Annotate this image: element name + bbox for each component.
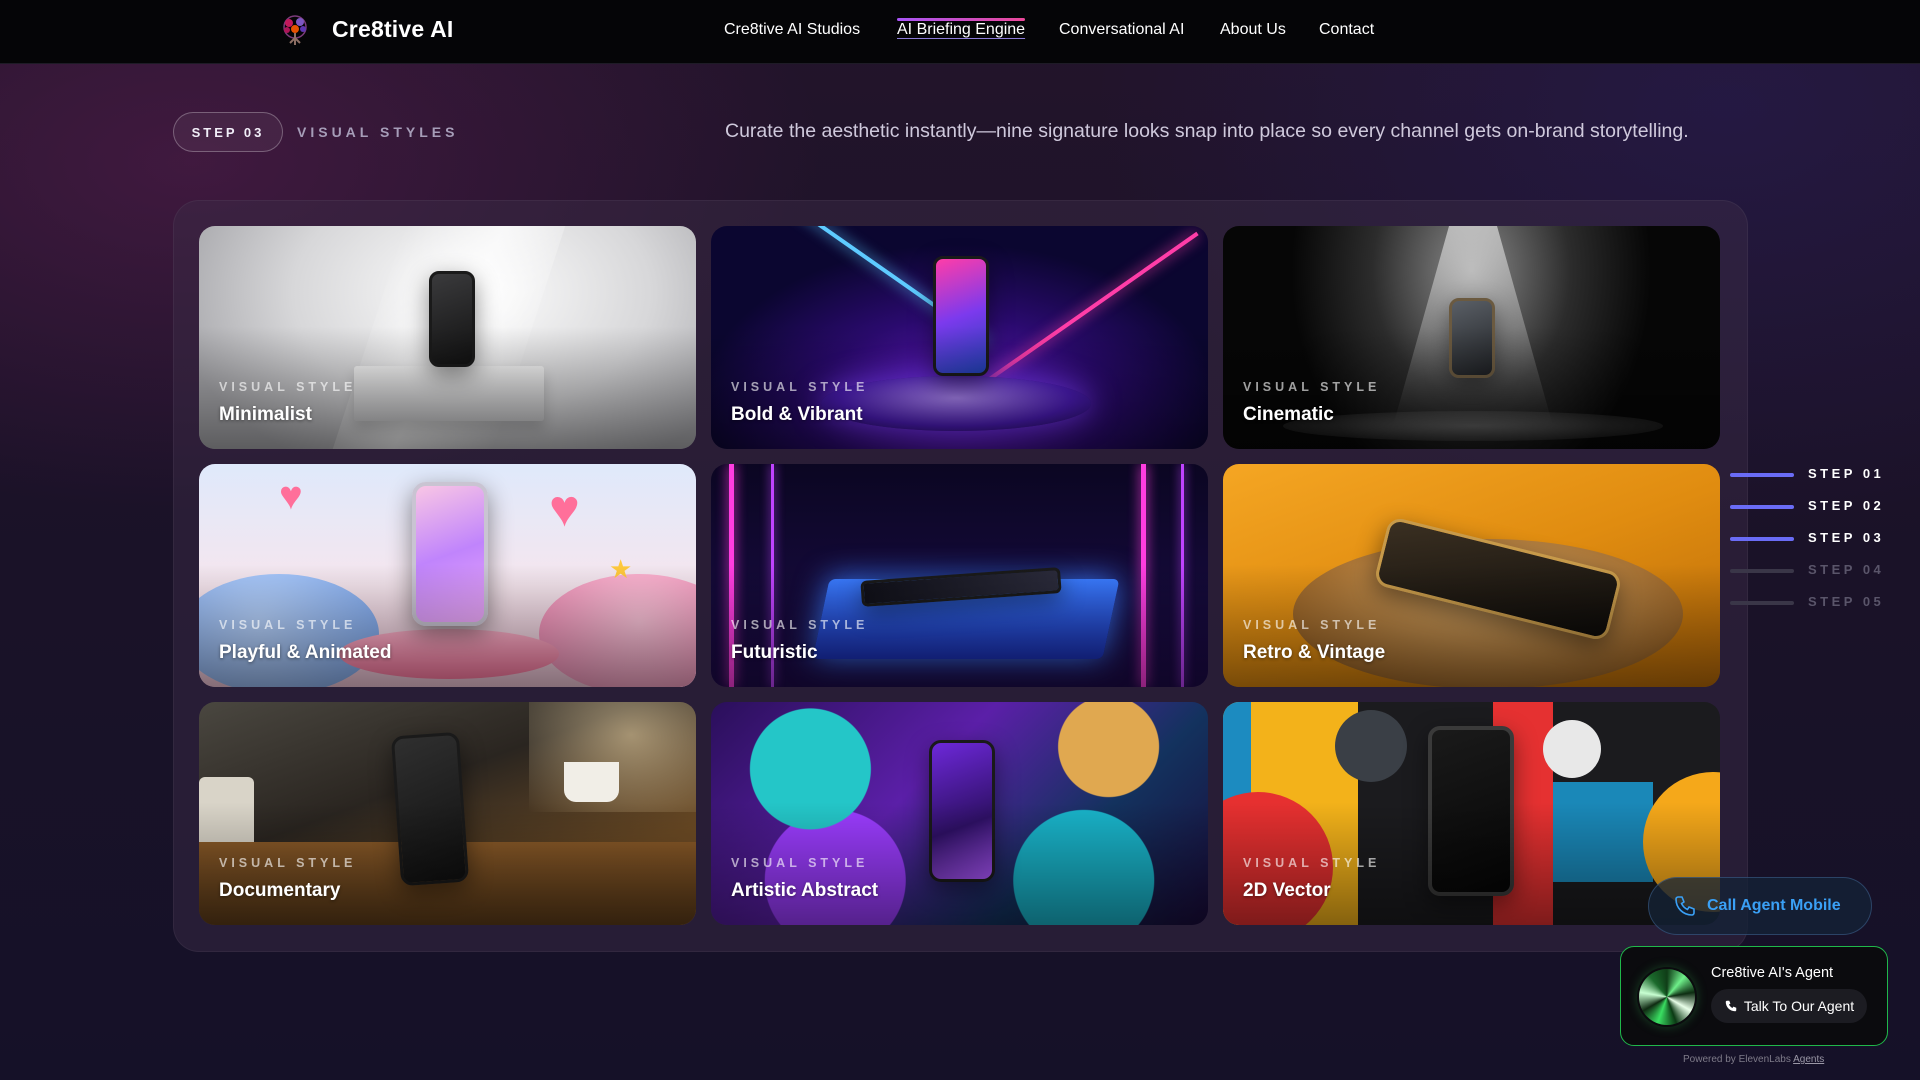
style-card-futuristic[interactable]: VISUAL STYLE Futuristic	[711, 464, 1208, 687]
tracker-step-02[interactable]: STEP 02	[1730, 497, 1890, 517]
style-kicker: VISUAL STYLE	[219, 618, 357, 632]
tracker-step-01[interactable]: STEP 01	[1730, 465, 1890, 485]
style-kicker: VISUAL STYLE	[731, 380, 869, 394]
style-kicker: VISUAL STYLE	[1243, 618, 1381, 632]
style-kicker: VISUAL STYLE	[1243, 856, 1381, 870]
tracker-label: STEP 02	[1808, 498, 1885, 513]
style-card-bold-vibrant[interactable]: VISUAL STYLE Bold & Vibrant	[711, 226, 1208, 449]
nav-link-about-us[interactable]: About Us	[1220, 21, 1286, 39]
tracker-step-03[interactable]: STEP 03	[1730, 529, 1890, 549]
call-agent-mobile-button[interactable]: Call Agent Mobile	[1648, 877, 1872, 935]
agents-link[interactable]: Agents	[1793, 1054, 1824, 1065]
style-kicker: VISUAL STYLE	[219, 380, 357, 394]
style-title: Cinematic	[1243, 404, 1334, 425]
nav-link-conversational-ai[interactable]: Conversational AI	[1059, 21, 1184, 39]
powered-by-text: Powered by ElevenLabs Agents	[1683, 1054, 1824, 1065]
style-card-artistic-abstract[interactable]: VISUAL STYLE Artistic Abstract	[711, 702, 1208, 925]
style-card-documentary[interactable]: VISUAL STYLE Documentary	[199, 702, 696, 925]
brain-tree-logo-icon[interactable]	[278, 14, 312, 48]
nav-link-studios[interactable]: Cre8tive AI Studios	[724, 21, 860, 39]
style-card-retro-vintage[interactable]: VISUAL STYLE Retro & Vintage	[1223, 464, 1720, 687]
style-title: Bold & Vibrant	[731, 404, 863, 425]
tracker-step-05[interactable]: STEP 05	[1730, 593, 1890, 613]
style-kicker: VISUAL STYLE	[219, 856, 357, 870]
phone-icon	[1725, 1000, 1737, 1012]
style-card-2d-vector[interactable]: VISUAL STYLE 2D Vector	[1223, 702, 1720, 925]
style-title: Retro & Vintage	[1243, 642, 1386, 663]
step-label: VISUAL STYLES	[297, 124, 459, 140]
style-kicker: VISUAL STYLE	[731, 618, 869, 632]
agent-widget: Cre8tive AI's Agent Talk To Our Agent	[1620, 946, 1888, 1046]
tracker-label: STEP 01	[1808, 466, 1885, 481]
step-badge: STEP 03	[173, 112, 283, 152]
style-title: Artistic Abstract	[731, 880, 879, 901]
style-title: Documentary	[219, 880, 341, 901]
visual-styles-grid: VISUAL STYLE Minimalist VISUAL STYLE Bol…	[173, 200, 1748, 952]
style-card-cinematic[interactable]: VISUAL STYLE Cinematic	[1223, 226, 1720, 449]
tracker-line	[1730, 569, 1794, 573]
tracker-line	[1730, 473, 1794, 477]
style-title: Minimalist	[219, 404, 312, 425]
style-card-minimalist[interactable]: VISUAL STYLE Minimalist	[199, 226, 696, 449]
tracker-line	[1730, 601, 1794, 605]
agent-name: Cre8tive AI's Agent	[1711, 965, 1834, 981]
agent-avatar-orb[interactable]	[1639, 969, 1695, 1025]
tracker-line	[1730, 505, 1794, 509]
nav-link-contact[interactable]: Contact	[1319, 21, 1374, 39]
tracker-step-04[interactable]: STEP 04	[1730, 561, 1890, 581]
call-agent-label: Call Agent Mobile	[1707, 897, 1841, 914]
top-navbar: Cre8tive AI Cre8tive AI Studios AI Brief…	[0, 0, 1920, 64]
section-tagline: Curate the aesthetic instantly—nine sign…	[725, 120, 1689, 142]
tracker-label: STEP 04	[1808, 562, 1885, 577]
style-title: Playful & Animated	[219, 642, 392, 663]
powered-by-prefix: Powered by ElevenLabs	[1683, 1054, 1791, 1065]
phone-icon	[1675, 896, 1695, 916]
style-kicker: VISUAL STYLE	[731, 856, 869, 870]
style-title: Futuristic	[731, 642, 818, 663]
talk-to-agent-button[interactable]: Talk To Our Agent	[1711, 989, 1867, 1023]
tracker-label: STEP 03	[1808, 530, 1885, 545]
talk-to-agent-label: Talk To Our Agent	[1743, 998, 1855, 1014]
tracker-label: STEP 05	[1808, 594, 1885, 609]
style-title: 2D Vector	[1243, 880, 1331, 901]
nav-link-briefing-engine[interactable]: AI Briefing Engine	[897, 18, 1026, 39]
tracker-line	[1730, 537, 1794, 541]
style-card-playful-animated[interactable]: ♥ ♥ ★ VISUAL STYLE Playful & Animated	[199, 464, 696, 687]
brand-name[interactable]: Cre8tive AI	[332, 16, 454, 43]
style-kicker: VISUAL STYLE	[1243, 380, 1381, 394]
